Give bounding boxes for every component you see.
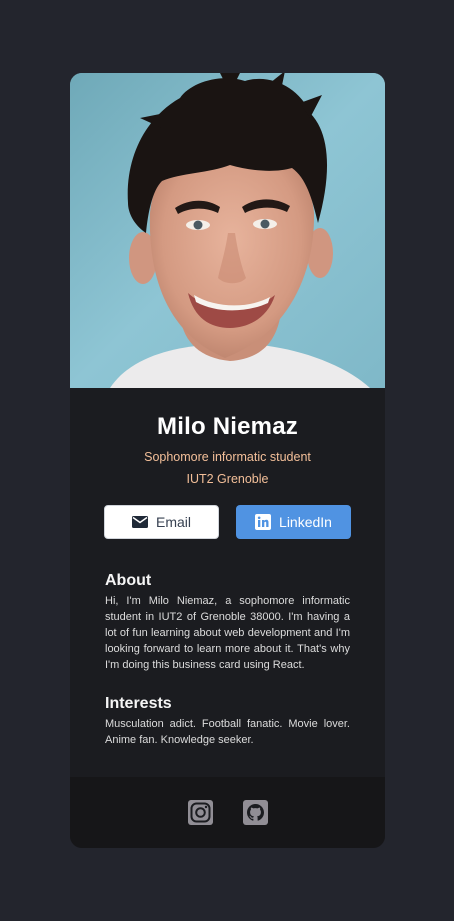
business-card: Milo Niemaz Sophomore informatic student…: [70, 73, 385, 848]
profile-school: IUT2 Grenoble: [186, 472, 269, 486]
profile-name: Milo Niemaz: [157, 413, 298, 440]
email-label: Email: [155, 514, 191, 530]
profile-info: Milo Niemaz Sophomore informatic student…: [70, 388, 385, 487]
social-footer: [70, 777, 385, 848]
github-icon[interactable]: [242, 800, 268, 825]
envelope-icon: [131, 516, 148, 528]
interests-section: Interests Musculation adict. Football fa…: [70, 694, 385, 748]
profile-photo: [70, 73, 385, 388]
about-section: About Hi, I'm Milo Niemaz, a sophomore i…: [70, 571, 385, 673]
about-title: About: [105, 572, 152, 589]
contact-buttons: Email LinkedIn: [70, 505, 385, 539]
instagram-icon[interactable]: [187, 800, 213, 825]
linkedin-icon: [255, 514, 272, 530]
linkedin-label: LinkedIn: [279, 514, 332, 530]
interests-title: Interests: [105, 695, 172, 712]
about-text: Hi, I'm Milo Niemaz, a sophomore informa…: [105, 595, 350, 671]
interests-text: Musculation adict. Football fanatic. Mov…: [105, 718, 350, 746]
email-button[interactable]: Email: [104, 505, 219, 539]
linkedin-button[interactable]: LinkedIn: [236, 505, 351, 539]
profile-role: Sophomore informatic student: [144, 450, 311, 464]
